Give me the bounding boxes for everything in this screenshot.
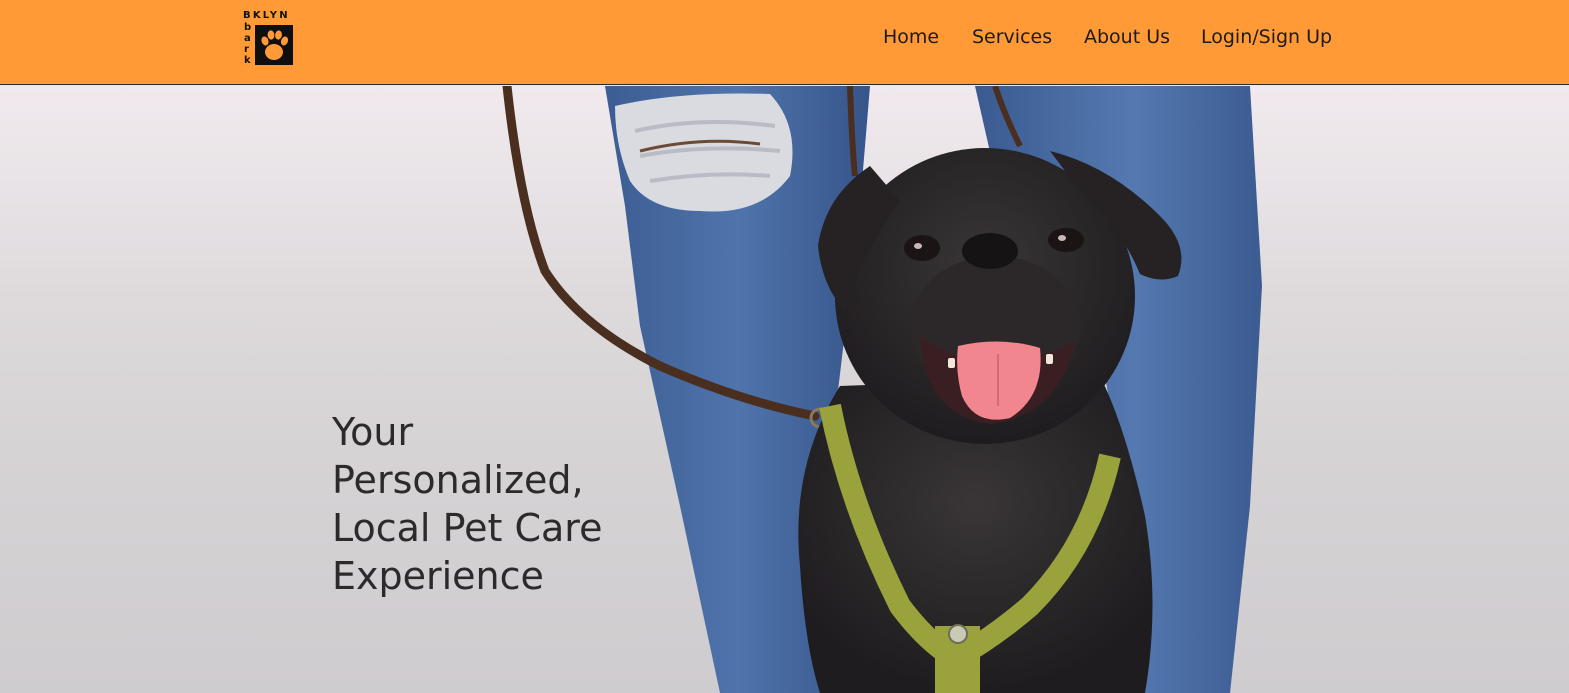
page: BKLYN bark Home Services About Us Login/… [0, 0, 1569, 693]
nav-home-link[interactable]: Home [883, 26, 939, 48]
nav-services-link[interactable]: Services [972, 26, 1052, 48]
main-nav: Home Services About Us Login/Sign Up [0, 26, 1569, 56]
nav-login-signup-link[interactable]: Login/Sign Up [1201, 26, 1332, 48]
hero-headline: Your Personalized, Local Pet Care Experi… [332, 410, 603, 598]
nav-about-us-link[interactable]: About Us [1084, 26, 1170, 48]
pug-on-leash-photo [502, 86, 1262, 693]
hero-section: Your Personalized, Local Pet Care Experi… [0, 86, 1569, 693]
logo-top-text: BKLYN [243, 10, 290, 21]
site-header: BKLYN bark Home Services About Us Login/… [0, 0, 1569, 85]
